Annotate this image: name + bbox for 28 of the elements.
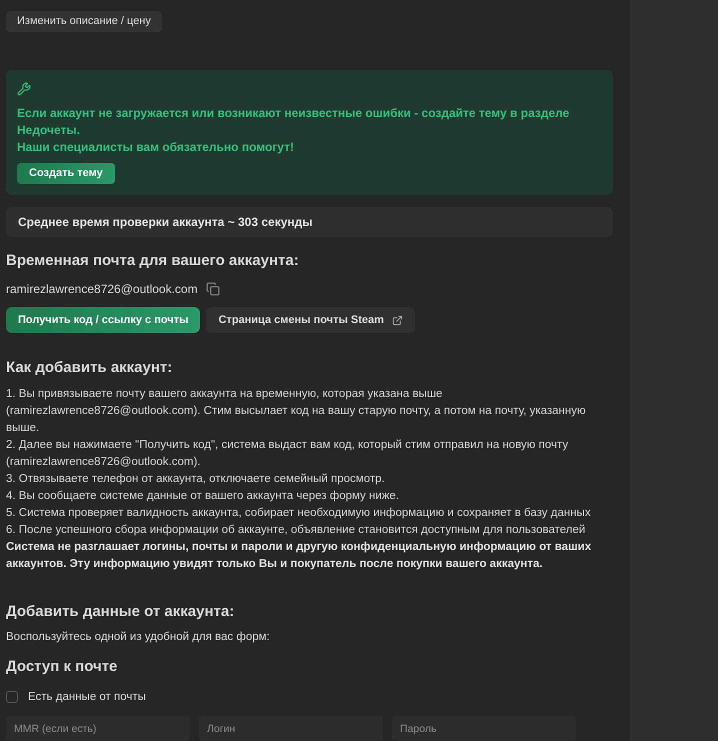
add-data-subtitle: Воспользуйтесь одной из удобной для вас форм: <box>6 630 271 645</box>
add-data-heading: Добавить данные от аккаунта: <box>6 602 236 622</box>
step-text: 2. Далее вы нажимаете "Получить код", система выдаст вам код, который стим отправил на новую почту (ramirezlawrence8726@outlook.com). <box>6 438 570 470</box>
steam-email-page-button[interactable]: Страница смены почты Steam <box>206 307 415 333</box>
privacy-note: Система не разглашает логины, почты и пароли и другую конфиденциальную информацию от ваших аккаунтов. Эту информацию увидят только Вы и покупатель после покупки вашего аккаунта. <box>6 540 592 572</box>
mail-access-heading: Доступ к почте <box>6 657 118 678</box>
checkbox-label: Есть данные от почты <box>28 690 146 705</box>
alert-text: Наши специалисты вам обязательно помогут! <box>17 139 296 156</box>
input-field[interactable]: Логин <box>199 716 383 741</box>
step-text: 1. Вы привязываете почту вашего аккаунта на временную, которая указана выше (ramirezlawrence8726@outlook.com). Стим высылает код на вашу старую почту, а потом на почту, указанную выше. <box>6 386 587 436</box>
how-to-heading: Как добавить аккаунт: <box>6 358 174 378</box>
step-text: 6. После успешного сбора информации об аккаунте, объявление становится доступным для пользователей <box>6 522 586 538</box>
copy-icon[interactable] <box>206 282 220 296</box>
email-text: ramirezlawrence8726@outlook.com <box>6 281 198 298</box>
checkbox[interactable] <box>6 691 18 704</box>
external-link-icon <box>392 314 403 326</box>
get-code-button[interactable]: Получить код / ссылку с почты <box>6 307 200 333</box>
average-time-text: Среднее время проверки аккаунта ~ 303 секунды <box>18 214 313 231</box>
wrench-icon <box>17 82 31 96</box>
alert-text: Если аккаунт не загружается или возникают неизвестные ошибки - создайте тему в разделе Недочеты. <box>17 105 570 139</box>
create-topic-button[interactable]: Создать тему <box>17 163 115 184</box>
input-field[interactable]: MMR (если есть) <box>6 716 190 741</box>
temp-mail-heading: Временная почта для вашего аккаунта: <box>6 250 300 270</box>
step-text: 3. Отвязываете телефон от аккаунта, отключаете семейный просмотр. <box>6 472 386 486</box>
edit-description-button[interactable]: Изменить описание / цену <box>6 10 162 32</box>
step-text: 5. Система проверяет валидность аккаунта, собирает необходимую информацию и сохраняет в базу данных <box>6 506 592 520</box>
input-field[interactable]: Пароль <box>392 716 576 741</box>
step-text: 4. Вы сообщаете системе данные от вашего аккаунта через форму ниже. <box>6 488 400 504</box>
